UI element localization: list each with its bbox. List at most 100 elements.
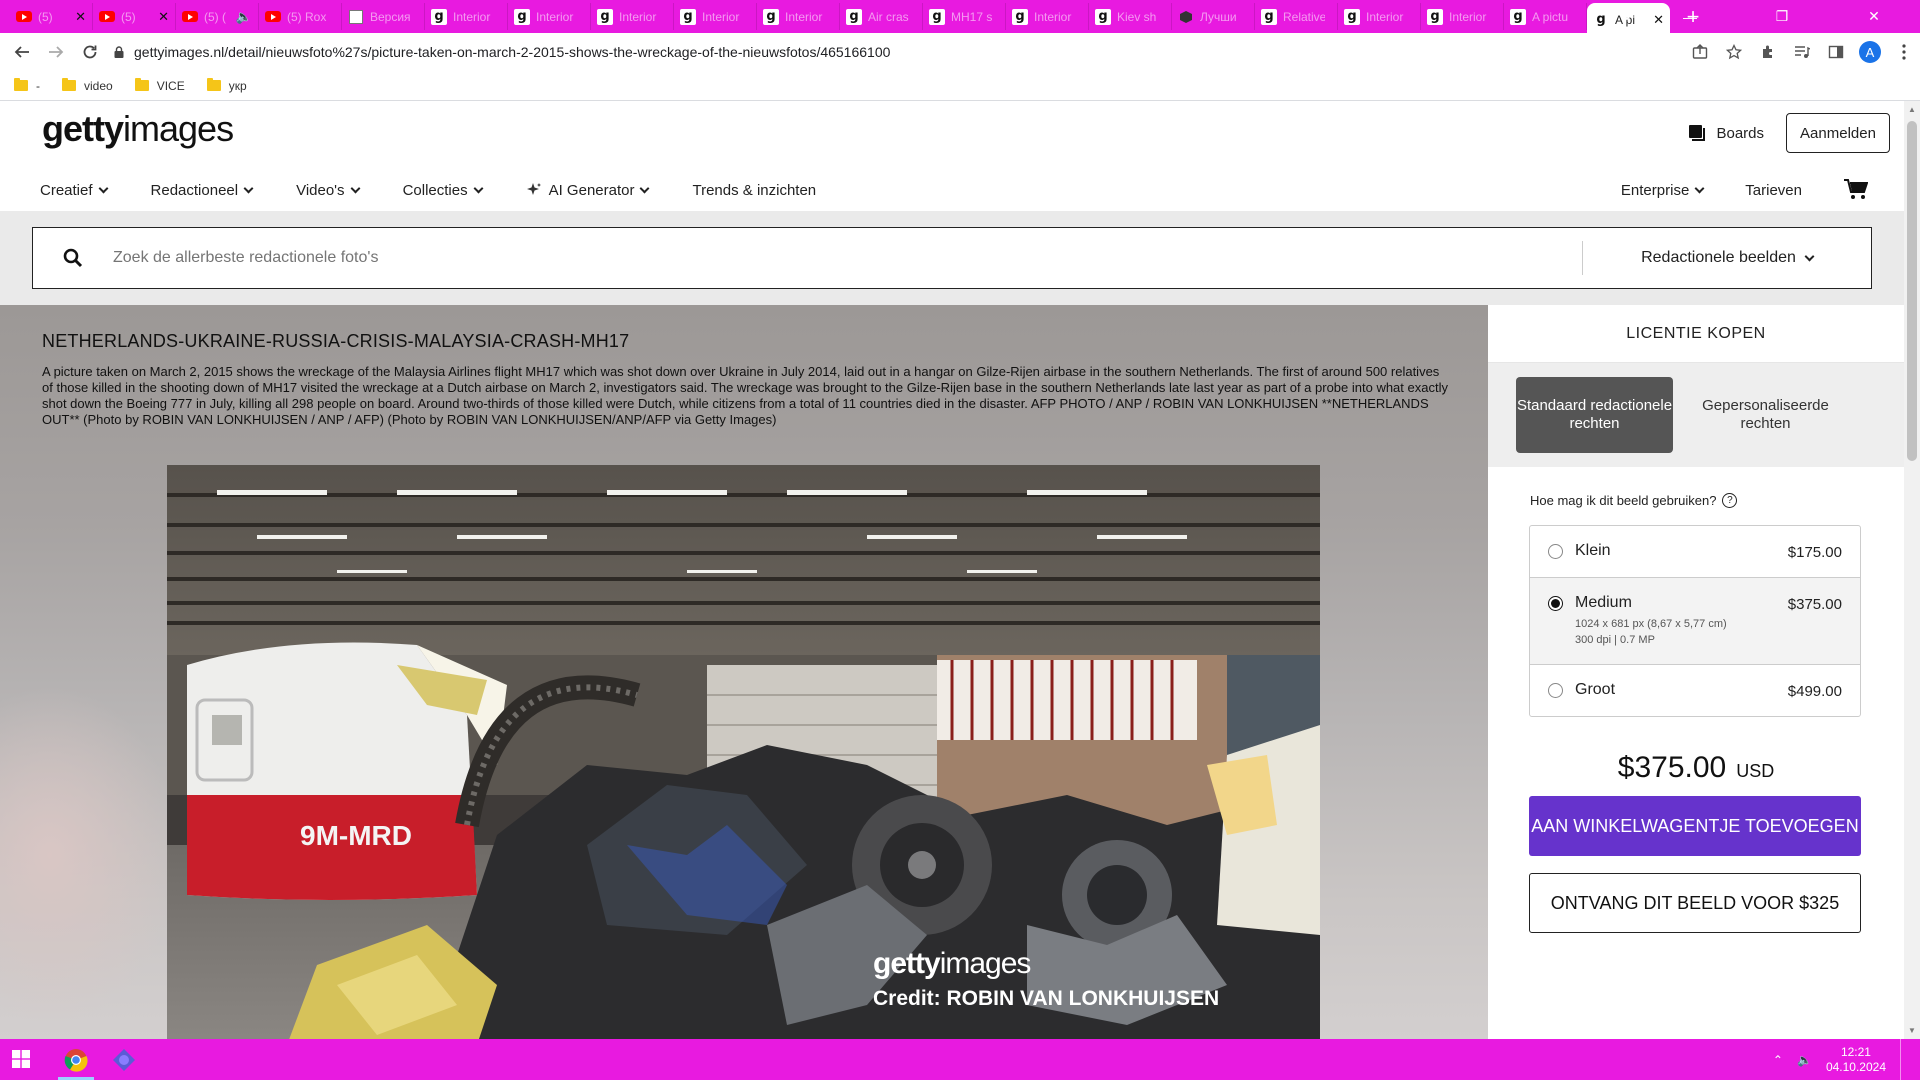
url-text[interactable]: gettyimages.nl/detail/nieuwsfoto%27s/pic… (134, 44, 890, 60)
tab-close-icon[interactable]: 🔈 (236, 9, 252, 25)
size-option[interactable]: Groot $499.00 (1530, 665, 1860, 716)
nav-item-label[interactable]: Trends & inzichten (692, 182, 816, 199)
scroll-down-icon[interactable]: ▼ (1908, 1026, 1916, 1035)
forward-icon[interactable] (40, 36, 72, 68)
wreckage-photo[interactable]: 9M-MRD gettyimages Credit: ROBIN VAN LON… (167, 465, 1320, 1039)
browser-tab[interactable]: (5) ✕ (93, 3, 176, 30)
media-control-icon[interactable] (1786, 36, 1818, 68)
browser-tab[interactable]: Версия (342, 3, 425, 30)
clock-date[interactable]: 04.10.2024 (1826, 1060, 1886, 1075)
custom-rights-button[interactable]: Gepersonaliseerde rechten (1687, 377, 1844, 453)
browser-tab[interactable]: (5) ( 🔈 (176, 3, 259, 30)
tab-close-icon[interactable]: ✕ (75, 9, 86, 25)
browser-tab[interactable]: g Interior (1421, 3, 1504, 30)
size-name[interactable]: Groot (1575, 681, 1788, 699)
standard-rights-button[interactable]: Standaard redactionele rechten (1516, 377, 1673, 453)
getty-logo[interactable]: gettyimages (42, 108, 234, 149)
tab-title[interactable]: Interior (1034, 10, 1076, 24)
browser-tab[interactable]: g Interior (757, 3, 840, 30)
browser-tab[interactable]: (5) ✕ (10, 3, 93, 30)
tab-title[interactable]: Interior (702, 10, 744, 24)
browser-tab[interactable]: g Relative (1255, 3, 1338, 30)
bookmark-star-icon[interactable] (1718, 36, 1750, 68)
radio-button[interactable] (1548, 596, 1563, 611)
size-option[interactable]: Klein $175.00 (1530, 526, 1860, 578)
back-icon[interactable] (6, 36, 38, 68)
logo-light-text[interactable]: images (123, 108, 234, 149)
nav-item[interactable]: Redactioneel (151, 182, 254, 199)
tab-title[interactable]: Версия (370, 10, 412, 24)
help-icon[interactable]: ? (1722, 493, 1738, 508)
nav-item[interactable]: Creatief (40, 182, 108, 199)
page-scrollbar[interactable]: ▲ ▼ (1904, 101, 1920, 1039)
bookmark-label[interactable]: укр (229, 79, 247, 93)
nav-item-label[interactable]: Creatief (40, 182, 93, 199)
extensions-icon[interactable] (1752, 36, 1784, 68)
windows-start-icon[interactable] (12, 1050, 30, 1068)
tab-search-icon[interactable] (1610, 0, 1644, 33)
tab-title[interactable]: Air cras (868, 10, 910, 24)
tab-title[interactable]: Relative (1283, 10, 1325, 24)
nav-item-label[interactable]: AI Generator (549, 182, 635, 199)
bookmark-folder[interactable]: - (14, 78, 40, 93)
scrollbar-thumb[interactable] (1907, 121, 1917, 461)
kebab-menu-icon[interactable] (1888, 36, 1920, 68)
browser-tab[interactable]: g Interior (1006, 3, 1089, 30)
nav-item[interactable]: Collecties (403, 182, 484, 199)
nav-item-label[interactable]: Redactioneel (151, 182, 239, 199)
bookmark-label[interactable]: VICE (157, 79, 185, 93)
search-filter-label[interactable]: Redactionele beelden (1641, 249, 1796, 267)
add-to-cart-button[interactable]: AAN WINKELWAGENTJE TOEVOEGEN (1529, 796, 1861, 856)
browser-tab[interactable]: (5) Rox (259, 3, 342, 30)
signin-button[interactable]: Aanmelden (1786, 113, 1890, 153)
bookmark-label[interactable]: video (84, 79, 113, 93)
size-name[interactable]: Medium (1575, 594, 1788, 612)
volume-icon[interactable]: 🔈 (1797, 1053, 1812, 1067)
clock[interactable]: 12:21 04.10.2024 (1826, 1045, 1886, 1075)
usage-help-link[interactable]: Hoe mag ik dit beeld gebruiken? ? (1530, 493, 1738, 508)
browser-tab[interactable]: g Air cras (840, 3, 923, 30)
radio-button[interactable] (1548, 683, 1563, 698)
bookmark-folder[interactable]: VICE (134, 78, 185, 93)
tab-title[interactable]: (5) (121, 10, 152, 24)
browser-tab[interactable]: g MH17 s (923, 3, 1006, 30)
tab-title[interactable]: Interior (453, 10, 495, 24)
tab-close-icon[interactable]: ✕ (158, 9, 169, 25)
bookmark-folder[interactable]: укр (206, 78, 247, 93)
nav-item-label[interactable]: Collecties (403, 182, 468, 199)
tab-title[interactable]: A pictu (1532, 10, 1574, 24)
search-filter-dropdown[interactable]: Redactionele beelden (1583, 249, 1871, 267)
get-image-offer-button[interactable]: ONTVANG DIT BEELD VOOR $325 (1529, 873, 1861, 933)
tray-chevron-icon[interactable]: ⌃ (1773, 1053, 1783, 1067)
size-option[interactable]: Medium 1024 x 681 px (8,67 x 5,77 cm) 300 … (1530, 578, 1860, 665)
size-name[interactable]: Klein (1575, 542, 1788, 560)
app-taskbar-icon[interactable] (100, 1039, 148, 1080)
tab-title[interactable]: Interior (785, 10, 827, 24)
chrome-taskbar-icon[interactable] (52, 1039, 100, 1080)
nav-enterprise[interactable]: Enterprise (1621, 182, 1705, 199)
tab-title[interactable]: Interior (1449, 10, 1491, 24)
nav-pricing[interactable]: Tarieven (1745, 182, 1802, 199)
scroll-up-icon[interactable]: ▲ (1908, 105, 1916, 114)
address-bar[interactable]: gettyimages.nl/detail/nieuwsfoto%27s/pic… (108, 36, 1678, 68)
bookmark-folder[interactable]: video (62, 78, 113, 93)
search-input[interactable] (113, 238, 1582, 278)
radio-button[interactable] (1548, 544, 1563, 559)
nav-item[interactable]: AI Generator (526, 182, 650, 199)
nav-item-label[interactable]: Video's (296, 182, 344, 199)
tab-title[interactable]: Kiev sh (1117, 10, 1159, 24)
browser-tab[interactable]: Лучши (1172, 3, 1255, 30)
side-panel-icon[interactable] (1820, 36, 1852, 68)
cart-icon[interactable] (1844, 179, 1868, 201)
browser-tab[interactable]: g Interior (425, 3, 508, 30)
tab-title[interactable]: MH17 s (951, 10, 993, 24)
browser-tab[interactable]: g Interior (508, 3, 591, 30)
tab-title[interactable]: (5) (38, 10, 69, 24)
browser-tab[interactable]: g A pictu (1504, 3, 1587, 30)
tab-title[interactable]: (5) ( (204, 10, 230, 24)
tab-title[interactable]: Interior (1366, 10, 1408, 24)
logo-bold-text[interactable]: getty (42, 108, 124, 149)
profile-initial[interactable]: A (1859, 41, 1881, 63)
show-desktop-button[interactable] (1900, 1039, 1906, 1080)
tab-title[interactable]: Interior (619, 10, 661, 24)
